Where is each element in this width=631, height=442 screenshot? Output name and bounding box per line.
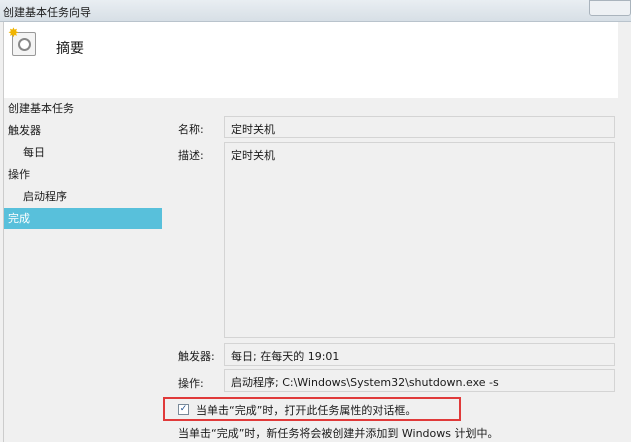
step-finish[interactable]: 完成 xyxy=(4,208,162,229)
footer-note: 当单击“完成”时，新任务将会被创建并添加到 Windows 计划中。 xyxy=(178,427,499,440)
description-field[interactable]: 定时关机 xyxy=(224,142,615,338)
name-field[interactable]: 定时关机 xyxy=(224,116,615,138)
step-daily[interactable]: 每日 xyxy=(4,142,162,163)
trigger-label: 触发器: xyxy=(178,350,215,363)
open-properties-label[interactable]: 当单击“完成”时，打开此任务属性的对话框。 xyxy=(196,402,416,418)
wizard-header: ✸ 摘要 xyxy=(3,22,618,98)
action-field: 启动程序; C:\Windows\System32\shutdown.exe -… xyxy=(224,369,615,392)
name-label: 名称: xyxy=(178,123,204,136)
trigger-field: 每日; 在每天的 19:01 xyxy=(224,343,615,366)
action-label: 操作: xyxy=(178,377,204,390)
highlight-box: ✓ 当单击“完成”时，打开此任务属性的对话框。 xyxy=(163,397,461,421)
wizard-steps: 创建基本任务 触发器 每日 操作 启动程序 完成 xyxy=(3,98,165,442)
step-create-basic-task[interactable]: 创建基本任务 xyxy=(4,98,162,119)
task-clock-icon: ✸ xyxy=(8,26,36,56)
open-properties-checkbox[interactable]: ✓ xyxy=(178,404,189,415)
step-action[interactable]: 操作 xyxy=(4,164,162,185)
close-button[interactable] xyxy=(589,0,631,16)
step-start-program[interactable]: 启动程序 xyxy=(4,186,162,207)
step-trigger[interactable]: 触发器 xyxy=(4,120,162,141)
window-title: 创建基本任务向导 xyxy=(3,6,91,19)
page-title: 摘要 xyxy=(56,41,84,57)
description-label: 描述: xyxy=(178,149,204,162)
title-bar: 创建基本任务向导 xyxy=(0,0,631,22)
